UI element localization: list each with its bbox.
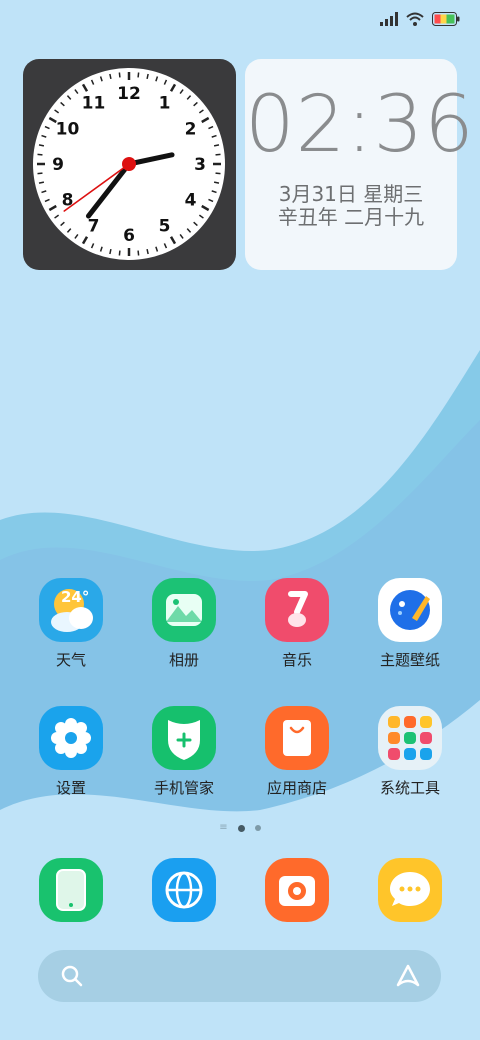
clock-tick [38,181,45,184]
messages-icon [378,858,442,922]
page-dot[interactable] [254,825,261,831]
app-label: 系统工具 [379,779,440,797]
clock-center [122,157,136,171]
clock-number: 6 [123,226,135,246]
clock-number: 11 [82,94,106,114]
clock-number: 3 [194,155,206,175]
search-bar[interactable] [38,950,441,1002]
settings-icon [39,706,103,770]
clock-tick [215,172,221,175]
date-text: 3月31日 星期三 [278,182,424,206]
app-security[interactable]: 手机管家 [129,706,239,797]
clock-tick [137,250,140,256]
clock-tick [213,144,220,147]
app-label: 应用商店 [266,779,327,797]
clock-tick [109,248,112,255]
clock-tick [118,250,121,256]
clock-number: 9 [52,155,64,175]
page-indicator[interactable]: ≡ [0,823,480,833]
clock-number: 2 [185,120,197,140]
signal-icon [380,12,398,26]
clock-number: 12 [117,84,141,104]
digital-time: 02:36 [245,80,475,170]
list-icon[interactable]: ≡ [219,823,227,833]
music-icon [265,578,329,642]
clock-number: 1 [159,94,171,114]
clock-number: 4 [185,191,197,211]
clock-tick [137,72,140,78]
dock-phone[interactable] [16,858,126,922]
clock-tick [37,153,43,156]
search-icon[interactable] [60,964,84,988]
clock-tick [118,72,121,78]
app-label: 手机管家 [153,779,214,797]
clock-number: 5 [159,216,171,236]
app-label: 天气 [55,651,86,669]
battery-icon [432,12,460,26]
dock-browser[interactable] [129,858,239,922]
clock-tick [38,144,45,147]
app-settings[interactable]: 设置 [16,706,126,797]
browser-icon [152,858,216,922]
app-label: 主题壁纸 [379,651,440,669]
clock-number: 7 [88,216,100,236]
app-weather[interactable]: 24° 天气 [16,578,126,669]
analog-clock-widget[interactable]: 12 1 2 3 4 5 6 7 8 9 10 11 [23,59,236,270]
app-label: 音乐 [281,651,312,669]
app-store[interactable]: 应用商店 [242,706,352,797]
gallery-icon [152,578,216,642]
security-icon [152,706,216,770]
themes-icon [378,578,442,642]
phone-icon [39,858,103,922]
app-gallery[interactable]: 相册 [129,578,239,669]
app-store-icon [265,706,329,770]
dock-camera[interactable] [242,858,352,922]
clock-number: 10 [56,120,80,140]
app-music[interactable]: 音乐 [242,578,352,669]
wifi-icon [406,12,424,26]
app-label: 相册 [168,651,199,669]
clock-number: 8 [62,191,74,211]
assistant-icon[interactable] [395,963,421,989]
weather-icon: 24° [39,578,103,642]
app-themes[interactable]: 主题壁纸 [355,578,465,669]
status-bar [380,12,460,26]
system-tools-folder-icon [378,706,442,770]
clock-tick [37,172,43,175]
camera-icon [265,858,329,922]
weather-temperature: 24° [61,588,90,606]
dock-messages[interactable] [355,858,465,922]
folder-system-tools[interactable]: 系统工具 [355,706,465,797]
app-label: 设置 [55,779,86,797]
clock-tick [109,73,112,80]
clock-tick [146,73,149,80]
clock-tick [215,153,221,156]
page-dot-active[interactable] [237,824,245,832]
clock-tick [146,248,149,255]
clock-tick [213,181,220,184]
lunar-date-text: 辛丑年 二月十九 [277,205,425,229]
date-time-widget[interactable]: 02:36 3月31日 星期三 辛丑年 二月十九 [245,59,475,270]
